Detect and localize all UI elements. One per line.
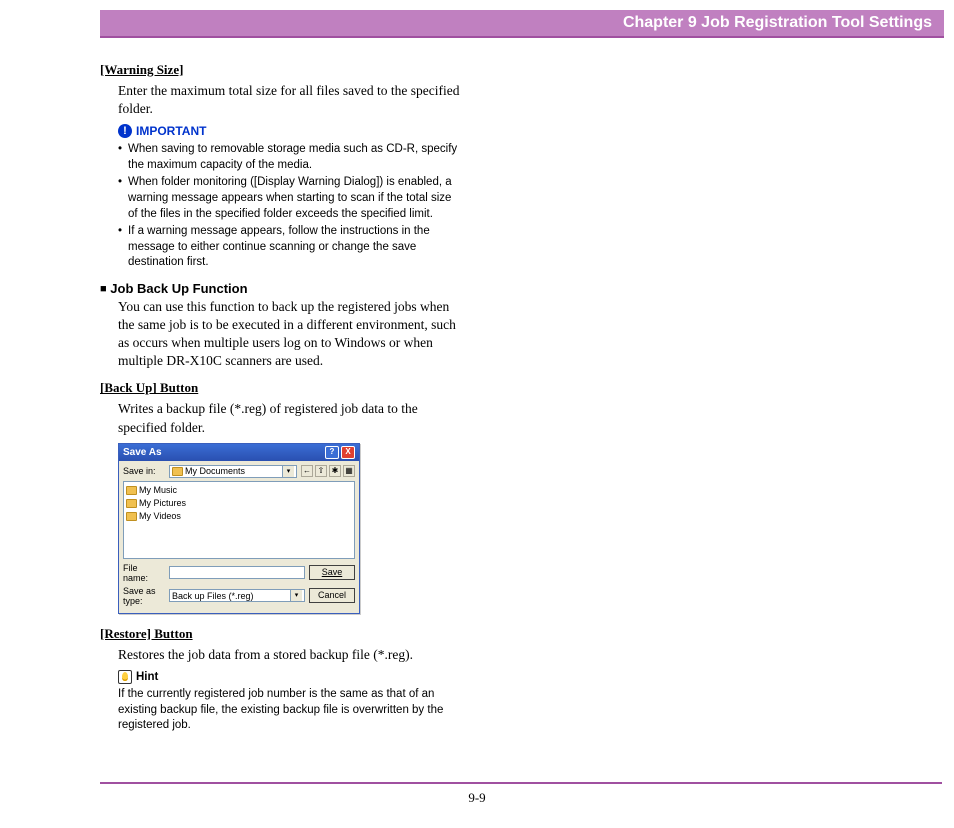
body-job-backup: You can use this function to back up the… — [118, 298, 460, 371]
chevron-down-icon: ▾ — [282, 466, 294, 477]
up-folder-icon[interactable]: ⇧ — [315, 465, 327, 477]
help-icon[interactable]: ? — [325, 446, 339, 459]
close-icon[interactable]: X — [341, 446, 355, 459]
footer-rule — [100, 782, 942, 784]
hint-callout: Hint — [118, 670, 460, 684]
list-item[interactable]: My Pictures — [126, 497, 352, 510]
list-item-label: My Videos — [139, 511, 181, 521]
list-item[interactable]: My Videos — [126, 510, 352, 523]
heading-job-backup: ■ Job Back Up Function — [100, 281, 460, 296]
hint-label: Hint — [136, 671, 158, 683]
list-item-label: My Pictures — [139, 498, 186, 508]
dialog-title-text: Save As — [123, 447, 162, 458]
view-menu-icon[interactable]: ▦ — [343, 465, 355, 477]
heading-warning-size: [Warning Size] — [100, 62, 183, 78]
important-callout: ! IMPORTANT — [118, 124, 460, 138]
dialog-titlebar: Save As ? X — [119, 444, 359, 461]
hint-body: If the currently registered job number i… — [118, 687, 460, 734]
cancel-button[interactable]: Cancel — [309, 588, 355, 603]
file-list[interactable]: My Music My Pictures My Videos — [123, 481, 355, 559]
hint-icon — [118, 670, 132, 684]
heading-job-backup-text: Job Back Up Function — [110, 281, 247, 296]
important-label: IMPORTANT — [136, 124, 206, 138]
heading-restore-button: [Restore] Button — [100, 626, 193, 642]
file-name-label: File name: — [123, 563, 165, 583]
save-as-dialog: Save As ? X Save in: My Documents ▾ ← ⇧ — [118, 443, 360, 614]
save-as-type-value: Back up Files (*.reg) — [172, 591, 254, 601]
page-number: 9-9 — [0, 790, 954, 806]
save-in-dropdown[interactable]: My Documents ▾ — [169, 465, 297, 478]
save-as-type-dropdown[interactable]: Back up Files (*.reg) ▾ — [169, 589, 305, 602]
important-icon: ! — [118, 124, 132, 138]
list-item-label: My Music — [139, 485, 177, 495]
main-column: [Warning Size] Enter the maximum total s… — [100, 38, 460, 734]
folder-icon — [126, 486, 137, 495]
important-bullets: When saving to removable storage media s… — [118, 142, 460, 270]
save-in-value: My Documents — [185, 466, 245, 476]
new-folder-icon[interactable]: ✱ — [329, 465, 341, 477]
chapter-header: Chapter 9 Job Registration Tool Settings — [100, 10, 944, 38]
body-warning-size: Enter the maximum total size for all fil… — [118, 82, 460, 118]
list-item: When folder monitoring ([Display Warning… — [118, 175, 460, 222]
chevron-down-icon: ▾ — [290, 590, 302, 601]
list-item: If a warning message appears, follow the… — [118, 224, 460, 271]
back-icon[interactable]: ← — [301, 465, 313, 477]
folder-icon — [126, 499, 137, 508]
list-item[interactable]: My Music — [126, 484, 352, 497]
folder-icon — [126, 512, 137, 521]
file-name-input[interactable] — [169, 566, 305, 579]
list-item: When saving to removable storage media s… — [118, 142, 460, 173]
save-as-type-label: Save as type: — [123, 586, 165, 606]
save-in-label: Save in: — [123, 466, 165, 476]
square-bullet-icon: ■ — [100, 283, 107, 295]
heading-backup-button: [Back Up] Button — [100, 380, 198, 396]
save-button[interactable]: Save — [309, 565, 355, 580]
body-backup-button: Writes a backup file (*.reg) of register… — [118, 400, 460, 436]
body-restore-button: Restores the job data from a stored back… — [118, 646, 460, 664]
folder-icon — [172, 467, 183, 476]
